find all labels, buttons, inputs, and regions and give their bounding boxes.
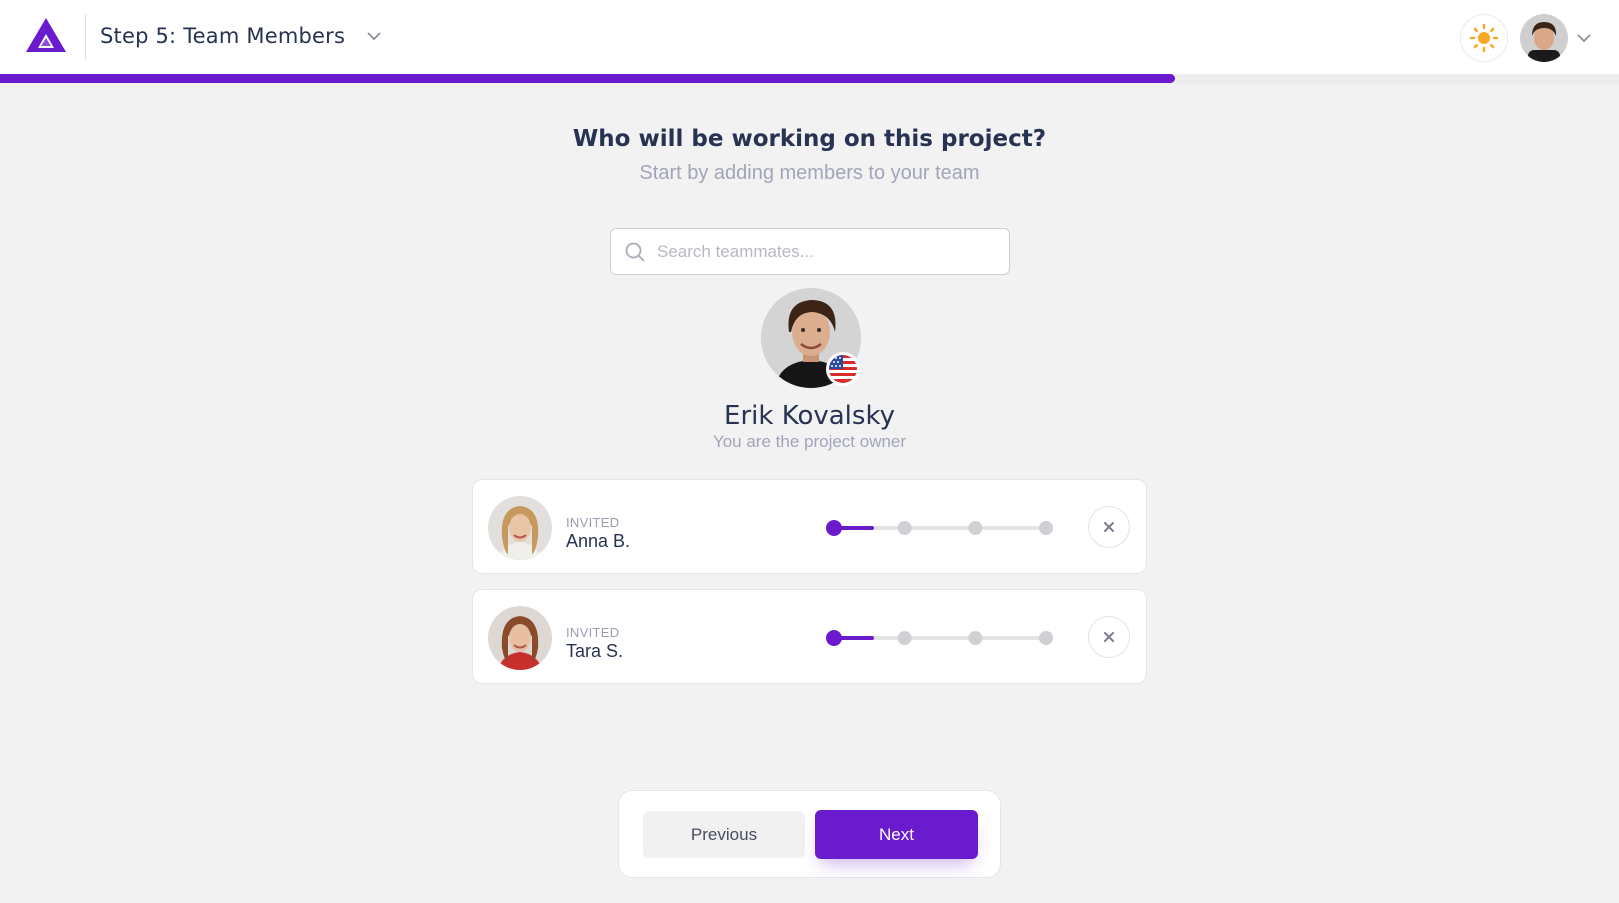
slider-handle [826,520,842,536]
user-avatar[interactable] [1520,14,1568,62]
next-button[interactable]: Next [815,810,978,859]
remove-member-button[interactable] [1088,616,1130,658]
member-avatar [488,496,552,560]
member-status: INVITED [566,625,620,640]
step-title[interactable]: Step 5: Team Members [100,24,345,48]
slider-step-dot [1039,631,1053,645]
role-level-slider[interactable] [825,628,1055,648]
slider-step-dot [968,521,983,535]
chevron-down-icon[interactable] [366,30,382,42]
search-input[interactable] [657,229,997,274]
member-name: Anna B. [566,531,631,551]
search-icon [625,242,645,262]
close-icon [1104,632,1114,642]
slider-step-dot [897,631,912,645]
member-card: INVITED Anna B. [472,479,1147,574]
search-box[interactable] [610,228,1010,275]
page-title: Who will be working on this project? [572,126,1047,152]
remove-member-button[interactable] [1088,506,1130,548]
role-level-slider[interactable] [825,518,1055,538]
top-bar: Step 5: Team Members [0,0,1619,74]
slider-step-dot [968,631,983,645]
slider-handle [826,630,842,646]
header-divider [85,14,86,60]
member-card: INVITED Tara S. [472,589,1147,684]
chevron-down-icon[interactable] [1576,32,1592,44]
previous-button[interactable]: Previous [643,811,805,858]
sun-icon [1469,23,1499,53]
close-icon [1104,522,1114,532]
slider-step-dot [1039,521,1053,535]
member-avatar [488,606,552,670]
member-status: INVITED [566,515,620,530]
wizard-navigation: Previous Next [618,790,1001,878]
theme-toggle-button[interactable] [1460,14,1508,62]
member-name: Tara S. [566,641,624,661]
app-logo[interactable] [24,16,68,54]
owner-role: You are the project owner [712,432,907,451]
page-subtitle: Start by adding members to your team [639,162,980,184]
user-avatar-image [1520,14,1568,62]
wizard-progress-fill [0,74,1176,83]
wizard-progress-bar [0,74,1619,84]
owner-name: Erik Kovalsky [724,401,895,431]
us-flag-icon [826,352,860,386]
slider-step-dot [897,521,912,535]
